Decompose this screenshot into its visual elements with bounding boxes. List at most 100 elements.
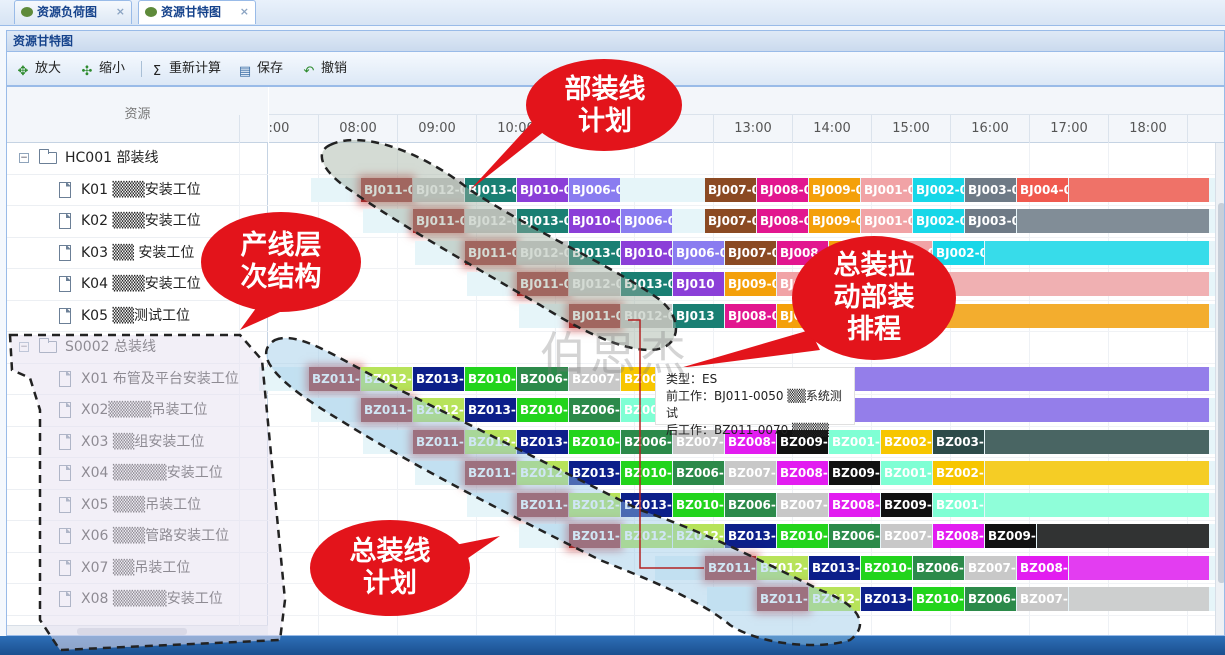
task-bar[interactable]: BZ002-0 — [673, 398, 724, 422]
task-bar[interactable]: BJ006-0 — [569, 177, 620, 202]
task-bar[interactable]: BZ004-0 — [725, 366, 776, 391]
tree-leaf-row[interactable]: X01 布管及平台安装工位 — [7, 364, 268, 395]
task-bar[interactable]: BJ011-0 — [465, 240, 516, 265]
task-bar[interactable]: BJ002-0 — [913, 209, 964, 233]
task-bar[interactable]: BZ012-0 — [757, 555, 808, 580]
tree-leaf-row[interactable]: X03 ▒▒组安装工位 — [7, 427, 268, 458]
save-button[interactable]: ▤ 保存 — [237, 60, 283, 79]
task-bar[interactable]: BZ009-0 — [777, 429, 828, 454]
tab-resource-gantt[interactable]: 资源甘特图 × — [138, 0, 256, 24]
task-bar[interactable]: BJ001-0 — [861, 177, 912, 202]
task-bar[interactable]: BZ010-0 — [621, 461, 672, 485]
tree-group-row[interactable]: − S0002 总装线 — [7, 332, 268, 364]
task-bar[interactable]: BZ007-0 — [965, 555, 1016, 580]
task-bar-continuation[interactable] — [1069, 555, 1209, 580]
tree-leaf-row[interactable]: X04 ▒▒▒▒▒安装工位 — [7, 458, 268, 490]
tree-leaf-row[interactable]: X05 ▒▒▒吊装工位 — [7, 490, 268, 521]
task-bar[interactable]: BZ010-0 — [913, 587, 964, 611]
task-bar[interactable]: BZ011-0 — [413, 429, 464, 454]
task-bar[interactable]: BJ012-0 — [517, 240, 568, 265]
task-bar[interactable]: BJ009-0 — [829, 240, 880, 265]
task-bar[interactable]: BJ007-0 — [705, 209, 756, 233]
task-bar[interactable]: BZ007-0 — [569, 366, 620, 391]
task-bar[interactable]: BZ001-0 — [621, 398, 672, 422]
task-bar[interactable]: BZ006-0 — [621, 429, 672, 454]
task-bar[interactable]: BJ009-0 — [809, 209, 860, 233]
task-bar[interactable]: BJ011-0 — [569, 303, 620, 328]
task-bar[interactable]: BJ003-0 — [965, 209, 1016, 233]
task-bar[interactable]: BZ006-0 — [965, 587, 1016, 611]
task-bar[interactable]: BZ011-0 — [757, 587, 808, 611]
task-bar[interactable]: BZ010-0 — [465, 366, 516, 391]
task-bar[interactable]: BZ007-0 — [1017, 587, 1068, 611]
tree-leaf-row[interactable]: X07 ▒▒吊装工位 — [7, 553, 268, 584]
task-bar[interactable]: BJ011-0 — [361, 177, 412, 202]
task-bar[interactable]: BZ012-0 — [809, 587, 860, 611]
task-bar[interactable]: BJ010 — [673, 272, 724, 296]
zoom-in-button[interactable]: ✥ 放大 — [15, 60, 61, 79]
task-bar[interactable]: BJ007-0 — [725, 240, 776, 265]
tree-leaf-row[interactable]: X06 ▒▒▒管路安装工位 — [7, 521, 268, 553]
task-bar[interactable]: BZ007-0 — [881, 524, 932, 548]
collapse-toggle-icon[interactable]: − — [19, 342, 29, 352]
task-bar[interactable]: BJ001-0 — [861, 209, 912, 233]
task-bar[interactable]: BZ002-0 — [933, 461, 984, 485]
task-bar[interactable]: BJ011-0 — [517, 272, 568, 296]
task-bar[interactable]: BZ008-0 — [725, 429, 776, 454]
task-bar[interactable]: BZ011-0 — [361, 398, 412, 422]
tree-leaf-row[interactable]: X08 ▒▒▒▒▒安装工位 — [7, 584, 268, 616]
task-bar[interactable]: BJ001-0 — [777, 272, 828, 296]
task-bar[interactable]: BZ013-0 — [621, 492, 672, 517]
task-bar[interactable]: BJ007-0 — [705, 177, 756, 202]
task-bar[interactable]: BZ011-0 — [309, 366, 360, 391]
task-bar[interactable]: BZ011-0 — [569, 524, 620, 548]
task-bar[interactable]: BZ006-0 — [569, 398, 620, 422]
task-bar[interactable]: BJ008-0 — [725, 303, 776, 328]
task-bar[interactable]: BZ006-0 — [517, 366, 568, 391]
task-bar[interactable]: BZ009-0 — [881, 492, 932, 517]
task-bar[interactable]: BZ011-0 — [517, 492, 568, 517]
task-bar[interactable]: BZ013-0 — [465, 398, 516, 422]
scroll-thumb[interactable] — [1218, 203, 1224, 583]
task-bar[interactable]: BZ012-0 — [673, 524, 724, 548]
task-bar[interactable]: BJ013 — [673, 303, 724, 328]
task-bar[interactable]: BZ008-0 — [777, 461, 828, 485]
task-bar[interactable]: BZ012-0 — [413, 398, 464, 422]
task-bar[interactable]: BJ013-0 — [517, 209, 568, 233]
recalculate-button[interactable]: Σ 重新计算 — [149, 60, 221, 79]
task-bar[interactable]: BZ013-0 — [861, 587, 912, 611]
task-bar[interactable]: BZ008-0 — [933, 524, 984, 548]
task-bar-continuation[interactable] — [1037, 524, 1209, 548]
tree-group-row[interactable]: − HC001 部装线 — [7, 143, 268, 175]
collapse-toggle-icon[interactable]: − — [19, 153, 29, 163]
task-bar[interactable]: BZ012-0 — [465, 429, 516, 454]
horizontal-scrollbar[interactable] — [7, 625, 268, 635]
task-bar[interactable]: BZ012-0 — [517, 461, 568, 485]
task-bar[interactable]: BZ010-0 — [861, 555, 912, 580]
task-bar[interactable]: BJ008-0 — [757, 209, 808, 233]
task-bar[interactable]: BJ003-0 — [965, 177, 1016, 202]
task-bar[interactable]: BJ010-0 — [569, 209, 620, 233]
tree-leaf-row[interactable]: K01 ▒▒▒安装工位 — [7, 175, 268, 206]
task-bar[interactable]: BZ013-0 — [517, 429, 568, 454]
task-bar[interactable]: BZ002-0 — [881, 429, 932, 454]
task-bar[interactable]: BZ012-0 — [569, 492, 620, 517]
task-bar[interactable]: BZ006-0 — [829, 524, 880, 548]
task-bar[interactable]: BJ010-0 — [517, 177, 568, 202]
task-bar[interactable]: BZ012-0 — [361, 366, 412, 391]
task-bar[interactable]: BZ010-0 — [777, 524, 828, 548]
task-bar[interactable]: BJ009-0 — [809, 177, 860, 202]
task-bar[interactable]: BZ007-0 — [725, 461, 776, 485]
task-bar-continuation[interactable] — [777, 366, 1209, 391]
task-bar[interactable]: BJ004-0 — [1017, 177, 1068, 202]
tree-leaf-row[interactable]: K04 ▒▒▒安装工位 — [7, 269, 268, 301]
tab-resource-load[interactable]: 资源负荷图 × — [14, 0, 132, 24]
task-bar-continuation[interactable] — [985, 492, 1209, 517]
zoom-out-button[interactable]: ✣ 缩小 — [79, 60, 125, 79]
task-bar[interactable]: BJ002-0 — [913, 177, 964, 202]
close-icon[interactable]: × — [116, 1, 125, 23]
task-bar[interactable]: BJ013-0 — [569, 240, 620, 265]
task-bar[interactable]: BZ010-0 — [517, 398, 568, 422]
task-bar[interactable]: BZ009-0 — [829, 461, 880, 485]
vertical-scrollbar[interactable] — [1215, 143, 1224, 635]
